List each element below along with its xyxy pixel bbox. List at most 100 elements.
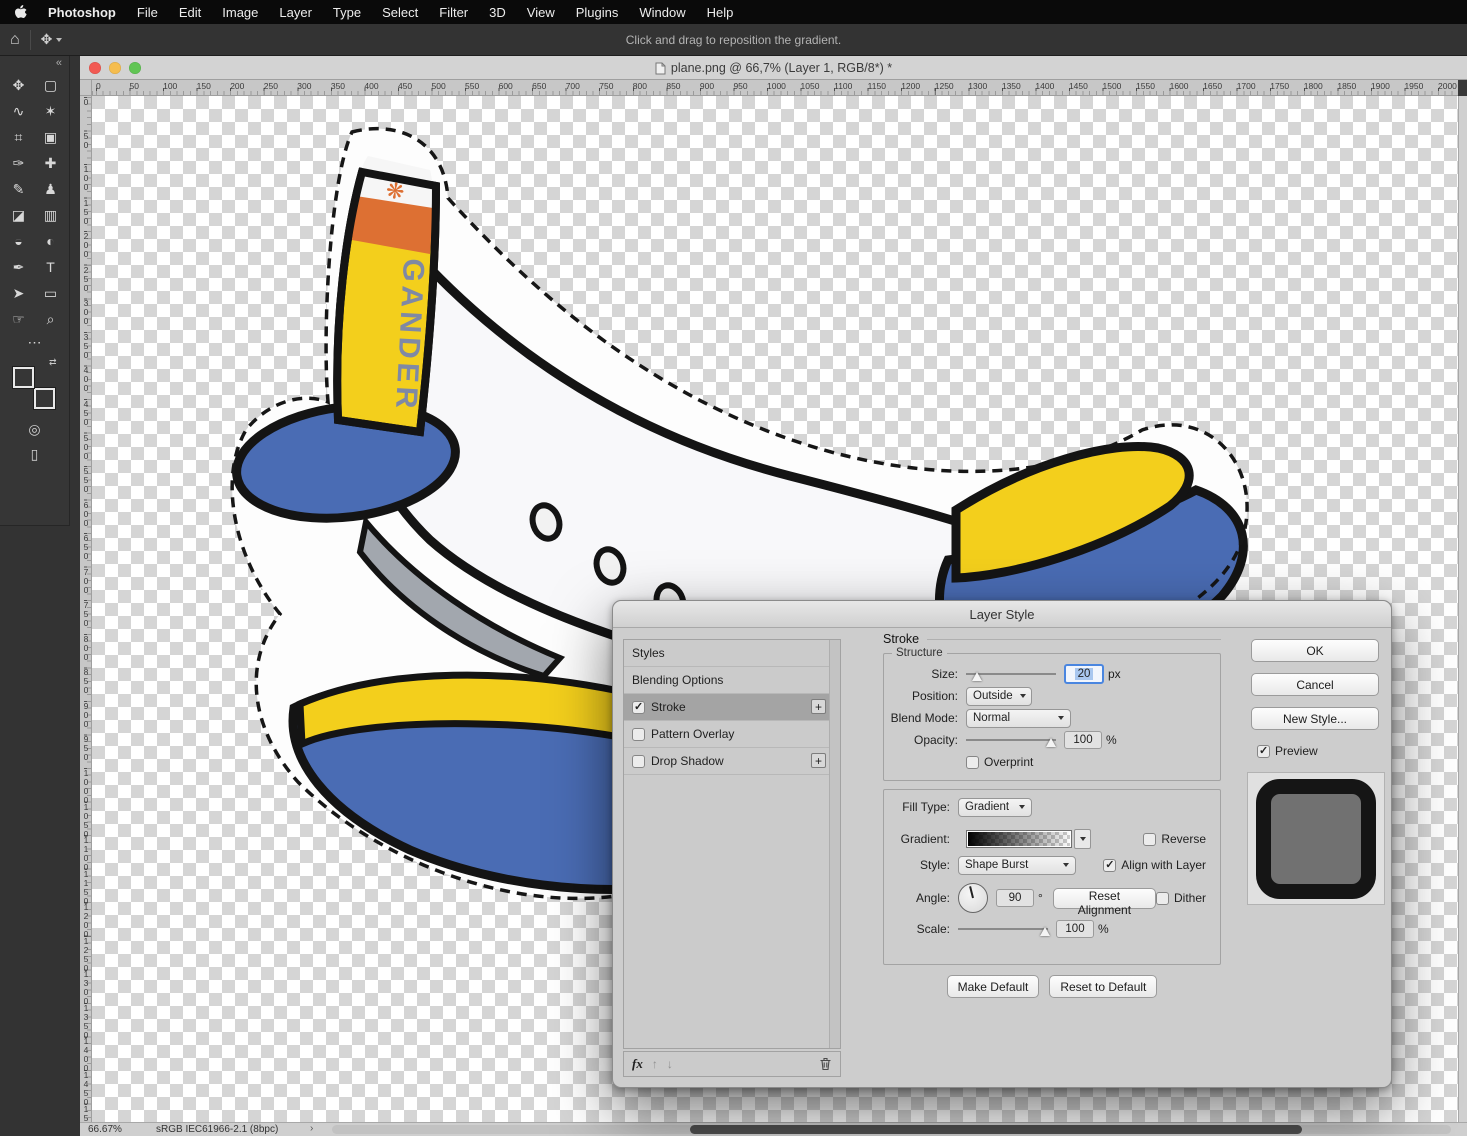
cancel-button[interactable]: Cancel: [1251, 673, 1379, 696]
ok-button[interactable]: OK: [1251, 639, 1379, 662]
color-swatches[interactable]: ⇄: [12, 357, 57, 409]
gradient-style-select[interactable]: Shape Burst: [958, 855, 1076, 875]
style-item-styles[interactable]: Styles: [624, 640, 840, 667]
angle-dial[interactable]: [958, 883, 988, 913]
stroke-checkbox[interactable]: [632, 700, 645, 714]
preview-checkbox[interactable]: [1257, 744, 1270, 758]
brush-tool[interactable]: ✎: [3, 176, 35, 202]
horizontal-ruler[interactable]: 0 50 100 150 200 250 300 350 400 450 500 550 600 650 7…: [92, 80, 1458, 96]
style-item-pattern-overlay[interactable]: Pattern Overlay: [624, 721, 840, 748]
swap-colors-icon[interactable]: ⇄: [49, 357, 57, 368]
menu-select[interactable]: Select: [382, 5, 418, 20]
menu-3d[interactable]: 3D: [489, 5, 506, 20]
status-chevron-icon[interactable]: ›: [310, 1123, 313, 1134]
menu-window[interactable]: Window: [639, 5, 685, 20]
home-icon[interactable]: ⌂: [10, 31, 20, 49]
make-default-button[interactable]: Make Default: [946, 975, 1040, 998]
menu-filter[interactable]: Filter: [439, 5, 468, 20]
move-effect-up-button[interactable]: ↑: [652, 1057, 658, 1071]
gradient-picker-button[interactable]: [1074, 829, 1091, 849]
lasso-tool[interactable]: ∿: [3, 98, 35, 124]
menu-type[interactable]: Type: [333, 5, 361, 20]
menu-edit[interactable]: Edit: [179, 5, 201, 20]
fill-type-select[interactable]: Gradient: [958, 797, 1032, 817]
move-effect-down-button[interactable]: ↓: [667, 1057, 673, 1071]
drop-shadow-checkbox[interactable]: [632, 754, 645, 768]
scale-input[interactable]: 100: [1056, 920, 1094, 938]
background-color[interactable]: [33, 388, 55, 409]
reset-alignment-button[interactable]: Reset Alignment: [1052, 887, 1156, 917]
add-stroke-button[interactable]: +: [811, 699, 826, 714]
dodge-tool[interactable]: ◐: [35, 228, 67, 254]
vertical-ruler[interactable]: 0 50 100 150 200 250 300 350 400 450 500 550 600 650 7…: [80, 96, 92, 1122]
menu-file[interactable]: File: [137, 5, 158, 20]
quick-mask-icon[interactable]: ◎: [28, 421, 40, 438]
horizontal-scrollbar-thumb[interactable]: [690, 1125, 1302, 1134]
ruler-origin[interactable]: [80, 80, 92, 96]
size-input[interactable]: 20: [1064, 664, 1104, 684]
screen-mode-icon[interactable]: ▯: [31, 446, 39, 463]
zoom-tool[interactable]: ⌕: [35, 306, 67, 332]
document-title-bar[interactable]: plane.png @ 66,7% (Layer 1, RGB/8*) *: [80, 56, 1467, 80]
scale-slider[interactable]: [958, 921, 1050, 937]
apple-menu[interactable]: [14, 4, 27, 20]
vertical-scrollbar[interactable]: [1458, 96, 1467, 1122]
gradient-tool[interactable]: ▥: [35, 202, 67, 228]
menu-plugins[interactable]: Plugins: [576, 5, 619, 20]
size-slider[interactable]: [966, 666, 1056, 682]
healing-brush-tool[interactable]: ✚: [35, 150, 67, 176]
reset-to-default-button[interactable]: Reset to Default: [1049, 975, 1158, 998]
menu-image[interactable]: Image: [222, 5, 258, 20]
edit-toolbar-button[interactable]: ⋯: [0, 334, 69, 351]
position-select[interactable]: Outside: [966, 686, 1032, 706]
align-with-layer-checkbox[interactable]: [1103, 858, 1117, 872]
eyedropper-tool[interactable]: ✑: [3, 150, 35, 176]
ruler-v-mark-1000: 1000: [81, 768, 91, 804]
dialog-title[interactable]: Layer Style: [613, 601, 1391, 628]
blend-mode-select[interactable]: Normal: [966, 708, 1071, 728]
hand-tool[interactable]: ☞: [3, 306, 35, 332]
angle-input[interactable]: 90: [996, 889, 1034, 907]
menu-help[interactable]: Help: [707, 5, 734, 20]
dither-checkbox[interactable]: [1155, 891, 1169, 905]
pen-tool[interactable]: ✒: [3, 254, 35, 280]
collapse-panel-button[interactable]: «: [56, 57, 62, 69]
horizontal-scrollbar[interactable]: [332, 1125, 1451, 1134]
chevron-down-icon: [56, 37, 63, 42]
crop-tool[interactable]: ⌗: [3, 124, 35, 150]
reverse-checkbox[interactable]: [1143, 832, 1157, 846]
rectangular-marquee-tool[interactable]: ▢: [35, 72, 67, 98]
style-item-drop-shadow[interactable]: Drop Shadow +: [624, 748, 840, 775]
pattern-overlay-checkbox[interactable]: [632, 727, 645, 741]
blur-tool[interactable]: ◒: [3, 228, 35, 254]
styles-list-scrollbar[interactable]: [829, 640, 840, 1048]
fx-icon[interactable]: fx: [632, 1056, 643, 1072]
angle-label: Angle:: [915, 891, 950, 905]
magic-wand-tool[interactable]: ✶: [35, 98, 67, 124]
move-tool-preset[interactable]: ✥: [41, 31, 63, 48]
ruler-v-mark-700: 700: [81, 566, 91, 594]
style-item-blending-options[interactable]: Blending Options: [624, 667, 840, 694]
gradient-swatch[interactable]: [966, 830, 1072, 848]
add-drop-shadow-button[interactable]: +: [811, 753, 826, 768]
path-selection-tool[interactable]: ➤: [3, 280, 35, 306]
menu-view[interactable]: View: [527, 5, 555, 20]
section-title: Stroke: [883, 632, 920, 646]
eraser-tool[interactable]: ◪: [3, 202, 35, 228]
zoom-level[interactable]: 66.67%: [88, 1124, 122, 1135]
foreground-color[interactable]: [12, 367, 34, 388]
move-tool[interactable]: ✥: [3, 72, 35, 98]
opacity-slider[interactable]: [966, 732, 1056, 748]
new-style-button[interactable]: New Style...: [1251, 707, 1379, 730]
align-with-layer-label: Align with Layer: [1121, 858, 1206, 872]
delete-effect-button[interactable]: [819, 1057, 832, 1071]
overprint-checkbox[interactable]: [966, 755, 979, 769]
clone-stamp-tool[interactable]: ♟: [35, 176, 67, 202]
menu-layer[interactable]: Layer: [279, 5, 312, 20]
style-item-stroke[interactable]: Stroke +: [624, 694, 840, 721]
opacity-input[interactable]: 100: [1064, 731, 1102, 749]
menu-photoshop[interactable]: Photoshop: [48, 5, 116, 20]
type-tool[interactable]: T: [35, 254, 67, 280]
shape-tool[interactable]: ▭: [35, 280, 67, 306]
frame-tool[interactable]: ▣: [35, 124, 67, 150]
